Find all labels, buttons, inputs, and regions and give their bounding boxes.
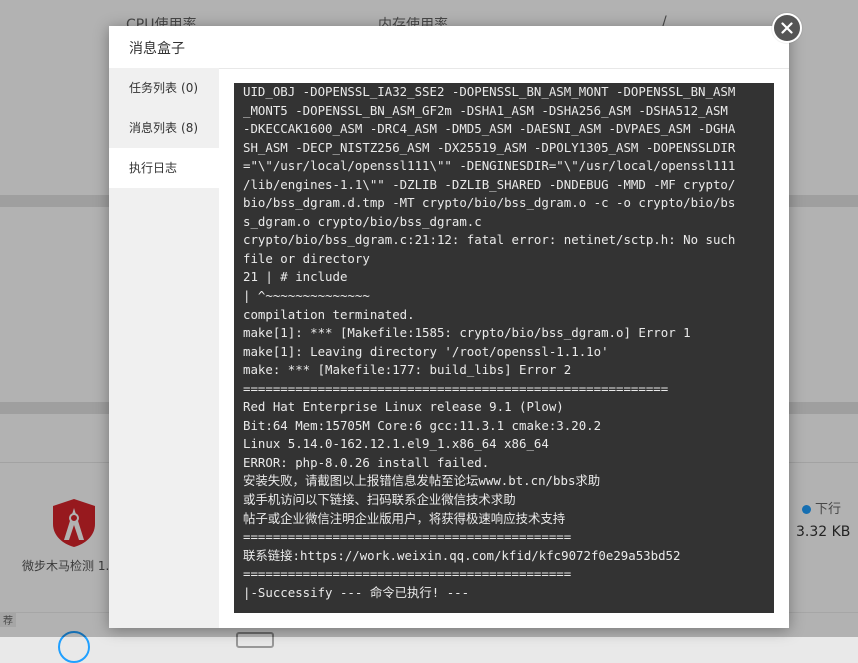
log-line: compilation terminated. — [243, 306, 415, 322]
log-line: /lib/engines-1.1\"" -DZLIB -DZLIB_SHARED… — [243, 176, 736, 192]
log-line: 或手机访问以下链接、扫码联系企业微信技术求助 — [243, 492, 516, 508]
sidebar-item-label: 任务列表 — [129, 81, 178, 95]
log-line: s_dgram.o crypto/bio/bss_dgram.c — [243, 213, 482, 229]
sidebar-item-messages[interactable]: 消息列表 (8) — [109, 108, 219, 148]
log-line: 21 | # include — [243, 269, 348, 285]
log-line: ="\"/usr/local/openssl111\"" -DENGINESDI… — [243, 158, 736, 174]
dialog-sidebar: 任务列表 (0) 消息列表 (8) 执行日志 — [109, 68, 219, 628]
log-line: | ^~~~~~~~~~~~~~~ — [243, 288, 370, 304]
log-line: 联系链接:https://work.weixin.qq.com/kfid/kfc… — [243, 547, 681, 563]
log-line: 安装失败，请截图以上报错信息发帖至论坛www.bt.cn/bbs求助 — [243, 473, 601, 489]
log-line: make[1]: *** [Makefile:1585: crypto/bio/… — [243, 325, 691, 341]
log-line: file or directory — [243, 250, 370, 266]
dialog-header: 消息盒子 — [109, 26, 789, 69]
log-line: 帖子或企业微信注明企业版用户，将获得极速响应技术支持 — [243, 510, 566, 526]
exec-log-text: UID_OBJ -DOPENSSL_IA32_SSE2 -DOPENSSL_BN… — [243, 83, 765, 602]
sidebar-item-count: (0) — [181, 81, 199, 95]
log-line: make[1]: Leaving directory '/root/openss… — [243, 343, 609, 359]
log-line: ========================================… — [243, 566, 572, 582]
sidebar-item-tasks[interactable]: 任务列表 (0) — [109, 68, 219, 108]
log-line: crypto/bio/bss_dgram.c:21:12: fatal erro… — [243, 232, 736, 248]
log-line: ========================================… — [243, 380, 669, 396]
log-line: ERROR: php-8.0.26 install failed. — [243, 454, 490, 470]
sidebar-item-label: 执行日志 — [129, 161, 178, 175]
log-line: ========================================… — [243, 529, 572, 545]
log-line: make: *** [Makefile:177: build_libs] Err… — [243, 362, 572, 378]
sidebar-item-exec-log[interactable]: 执行日志 — [109, 148, 219, 188]
log-line: bio/bss_dgram.d.tmp -MT crypto/bio/bss_d… — [243, 195, 736, 211]
log-line: SH_ASM -DECP_NISTZ256_ASM -DX25519_ASM -… — [243, 139, 736, 155]
log-line: -DKECCAK1600_ASM -DRC4_ASM -DMD5_ASM -DA… — [243, 121, 736, 137]
message-box-dialog: 消息盒子 任务列表 (0) 消息列表 (8) 执行日志 UID_OBJ -DOPEN… — [109, 26, 789, 628]
log-line: |-Successify --- 命令已执行! --- — [243, 584, 470, 600]
dialog-title: 消息盒子 — [129, 41, 185, 57]
log-line: Linux 5.14.0-162.12.1.el9_1.x86_64 x86_6… — [243, 436, 549, 452]
log-line: Red Hat Enterprise Linux release 9.1 (Pl… — [243, 399, 564, 415]
close-button[interactable] — [772, 13, 802, 43]
close-icon — [774, 15, 800, 41]
sidebar-item-count: (8) — [181, 121, 199, 135]
sidebar-item-label: 消息列表 — [129, 121, 178, 135]
log-line: Bit:64 Mem:15705M Core:6 gcc:11.3.1 cmak… — [243, 417, 602, 433]
log-line: _MONT5 -DOPENSSL_BN_ASM_GF2m -DSHA1_ASM … — [243, 102, 728, 118]
exec-log-panel[interactable]: UID_OBJ -DOPENSSL_IA32_SSE2 -DOPENSSL_BN… — [234, 83, 774, 613]
log-line: UID_OBJ -DOPENSSL_IA32_SSE2 -DOPENSSL_BN… — [243, 84, 736, 99]
